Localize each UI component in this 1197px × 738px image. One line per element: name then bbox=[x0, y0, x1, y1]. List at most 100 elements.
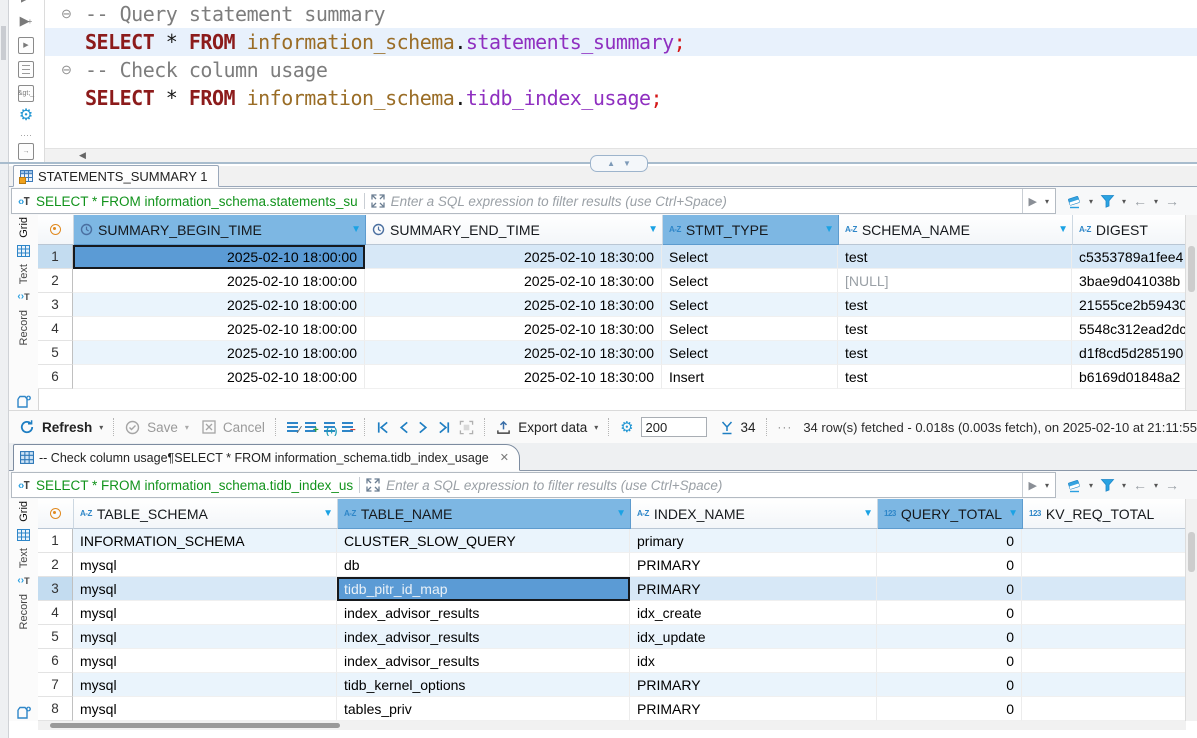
table-cell[interactable]: 0 bbox=[877, 697, 1022, 721]
editor-line[interactable]: ⊖-- Check column usage bbox=[45, 56, 1197, 84]
column-filter-arrow-icon[interactable]: ▼ bbox=[323, 508, 333, 519]
scroll-thumb[interactable] bbox=[50, 723, 340, 728]
table-cell[interactable] bbox=[1022, 673, 1186, 697]
toolbar-overflow-icon[interactable]: ··· bbox=[777, 420, 792, 434]
results1-vscrollbar[interactable] bbox=[1185, 215, 1197, 410]
result-settings-gear-icon[interactable]: ⚙ bbox=[620, 418, 633, 436]
table-cell[interactable]: d1f8cd5d285190 bbox=[1072, 341, 1186, 365]
table-cell[interactable]: tidb_pitr_id_map bbox=[337, 577, 630, 601]
table-cell[interactable]: 2025-02-10 18:00:00 bbox=[73, 317, 365, 341]
results2-hscrollbar[interactable] bbox=[38, 721, 1186, 730]
row-number[interactable]: 5 bbox=[38, 341, 73, 365]
table-cell[interactable]: tidb_kernel_options bbox=[337, 673, 630, 697]
row-number[interactable]: 5 bbox=[38, 625, 73, 649]
table-cell[interactable]: index_advisor_results bbox=[337, 649, 630, 673]
history-back-icon[interactable]: ← bbox=[1133, 193, 1147, 209]
table-cell[interactable]: mysql bbox=[73, 625, 337, 649]
table-cell[interactable]: tables_priv bbox=[337, 697, 630, 721]
table-cell[interactable]: PRIMARY bbox=[630, 553, 877, 577]
results2-tab[interactable]: -- Check column usage¶SELECT * FROM info… bbox=[13, 444, 520, 471]
table-row[interactable]: 22025-02-10 18:00:002025-02-10 18:30:00S… bbox=[38, 269, 1186, 293]
filter-history-dropdown-icon[interactable]: ▾ bbox=[1045, 197, 1049, 206]
table-cell[interactable]: 0 bbox=[877, 601, 1022, 625]
add-row-icon[interactable]: + bbox=[305, 420, 317, 434]
table-cell[interactable]: Select bbox=[662, 245, 838, 269]
side-tab-text[interactable]: Text bbox=[18, 264, 30, 284]
table-cell[interactable]: mysql bbox=[73, 649, 337, 673]
history-back-dropdown-icon[interactable]: ▾ bbox=[1154, 481, 1158, 490]
table-cell[interactable] bbox=[1022, 529, 1186, 553]
table-cell[interactable]: mysql bbox=[73, 577, 337, 601]
column-filter-arrow-icon[interactable]: ▼ bbox=[616, 508, 626, 519]
filters-menu-icon[interactable] bbox=[1100, 478, 1115, 492]
column-header-schema_name[interactable]: A-ZSCHEMA_NAME▼ bbox=[839, 215, 1073, 245]
grid-view-icon[interactable] bbox=[16, 528, 31, 542]
table-cell[interactable]: mysql bbox=[73, 673, 337, 697]
side-tab-grid[interactable]: Grid bbox=[18, 217, 30, 238]
next-page-icon[interactable] bbox=[417, 420, 430, 435]
column-filter-arrow-icon[interactable]: ▼ bbox=[824, 224, 834, 235]
export-data-button[interactable]: Export data bbox=[518, 420, 587, 435]
edit-cell-icon[interactable]: ∕ bbox=[287, 420, 299, 434]
table-cell[interactable]: [NULL] bbox=[838, 269, 1072, 293]
table-cell[interactable]: idx_create bbox=[630, 601, 877, 625]
table-cell[interactable]: b6169d01848a2 bbox=[1072, 365, 1186, 389]
export-script-icon[interactable]: → bbox=[15, 142, 37, 160]
side-tab-record[interactable]: Record bbox=[18, 594, 30, 629]
table-cell[interactable]: 2025-02-10 18:30:00 bbox=[365, 365, 662, 389]
filters-dropdown-icon[interactable]: ▾ bbox=[1122, 197, 1126, 206]
grid-view-icon[interactable] bbox=[16, 244, 31, 258]
results2-table[interactable]: A-ZTABLE_SCHEMA▼A-ZTABLE_NAME▼A-ZINDEX_N… bbox=[38, 499, 1186, 721]
editor-line[interactable]: ⊖-- Query statement summary bbox=[45, 0, 1197, 28]
expand-filter-icon[interactable] bbox=[371, 194, 385, 208]
table-row[interactable]: 1INFORMATION_SCHEMACLUSTER_SLOW_QUERYpri… bbox=[38, 529, 1186, 553]
execute-new-tab-icon[interactable]: ▶+ bbox=[15, 12, 37, 30]
script-icon[interactable] bbox=[15, 60, 37, 78]
table-cell[interactable]: primary bbox=[630, 529, 877, 553]
column-header-index_name[interactable]: A-ZINDEX_NAME▼ bbox=[631, 499, 878, 529]
side-tab-record[interactable]: Record bbox=[18, 310, 30, 345]
table-cell[interactable]: 5548c312ead2dc bbox=[1072, 317, 1186, 341]
table-row[interactable]: 4mysqlindex_advisor_resultsidx_create0 bbox=[38, 601, 1186, 625]
column-filter-arrow-icon[interactable]: ▼ bbox=[351, 224, 361, 235]
row-number[interactable]: 8 bbox=[38, 697, 73, 721]
column-header-table_schema[interactable]: A-ZTABLE_SCHEMA▼ bbox=[74, 499, 338, 529]
column-filter-arrow-icon[interactable]: ▼ bbox=[863, 508, 873, 519]
table-cell[interactable]: c5353789a1fee4 bbox=[1072, 245, 1186, 269]
filter-history-dropdown-icon[interactable]: ▾ bbox=[1045, 481, 1049, 490]
table-cell[interactable]: 0 bbox=[877, 625, 1022, 649]
table-cell[interactable]: 2025-02-10 18:00:00 bbox=[73, 269, 365, 293]
table-cell[interactable]: Select bbox=[662, 293, 838, 317]
table-cell[interactable]: Select bbox=[662, 317, 838, 341]
results1-tab[interactable]: STATEMENTS_SUMMARY 1 bbox=[13, 165, 219, 187]
table-cell[interactable]: 2025-02-10 18:30:00 bbox=[365, 245, 662, 269]
table-cell[interactable]: INFORMATION_SCHEMA bbox=[73, 529, 337, 553]
row-number[interactable]: 6 bbox=[38, 649, 73, 673]
table-cell[interactable]: 0 bbox=[877, 649, 1022, 673]
prev-page-icon[interactable] bbox=[397, 420, 410, 435]
table-cell[interactable] bbox=[1022, 553, 1186, 577]
table-cell[interactable]: test bbox=[838, 365, 1072, 389]
table-cell[interactable]: test bbox=[838, 245, 1072, 269]
row-number[interactable]: 4 bbox=[38, 601, 73, 625]
column-header-digest[interactable]: A-ZDIGEST bbox=[1073, 215, 1186, 245]
export-dropdown-icon[interactable]: ▾ bbox=[594, 423, 598, 432]
history-back-icon[interactable]: ← bbox=[1133, 477, 1147, 493]
table-cell[interactable]: 2025-02-10 18:30:00 bbox=[365, 269, 662, 293]
table-row[interactable]: 32025-02-10 18:00:002025-02-10 18:30:00S… bbox=[38, 293, 1186, 317]
table-row[interactable]: 3mysqltidb_pitr_id_mapPRIMARY0 bbox=[38, 577, 1186, 601]
clear-filter-icon[interactable] bbox=[1066, 478, 1082, 493]
refresh-button[interactable]: Refresh bbox=[42, 420, 92, 435]
console-icon[interactable]: &gt;_ bbox=[15, 84, 37, 102]
execute-script-icon[interactable]: ▶ bbox=[15, 36, 37, 54]
table-cell[interactable]: 0 bbox=[877, 577, 1022, 601]
table-cell[interactable]: PRIMARY bbox=[630, 577, 877, 601]
expand-filter-icon[interactable] bbox=[366, 478, 380, 492]
table-cell[interactable] bbox=[1022, 697, 1186, 721]
table-cell[interactable]: 2025-02-10 18:00:00 bbox=[73, 245, 365, 269]
table-cell[interactable]: idx_update bbox=[630, 625, 877, 649]
collapse-down-icon[interactable]: ▼ bbox=[623, 159, 631, 168]
table-cell[interactable]: index_advisor_results bbox=[337, 601, 630, 625]
settings-gear-icon[interactable]: ⚙ bbox=[15, 106, 37, 124]
fold-collapse-icon[interactable]: ⊖ bbox=[61, 56, 85, 84]
